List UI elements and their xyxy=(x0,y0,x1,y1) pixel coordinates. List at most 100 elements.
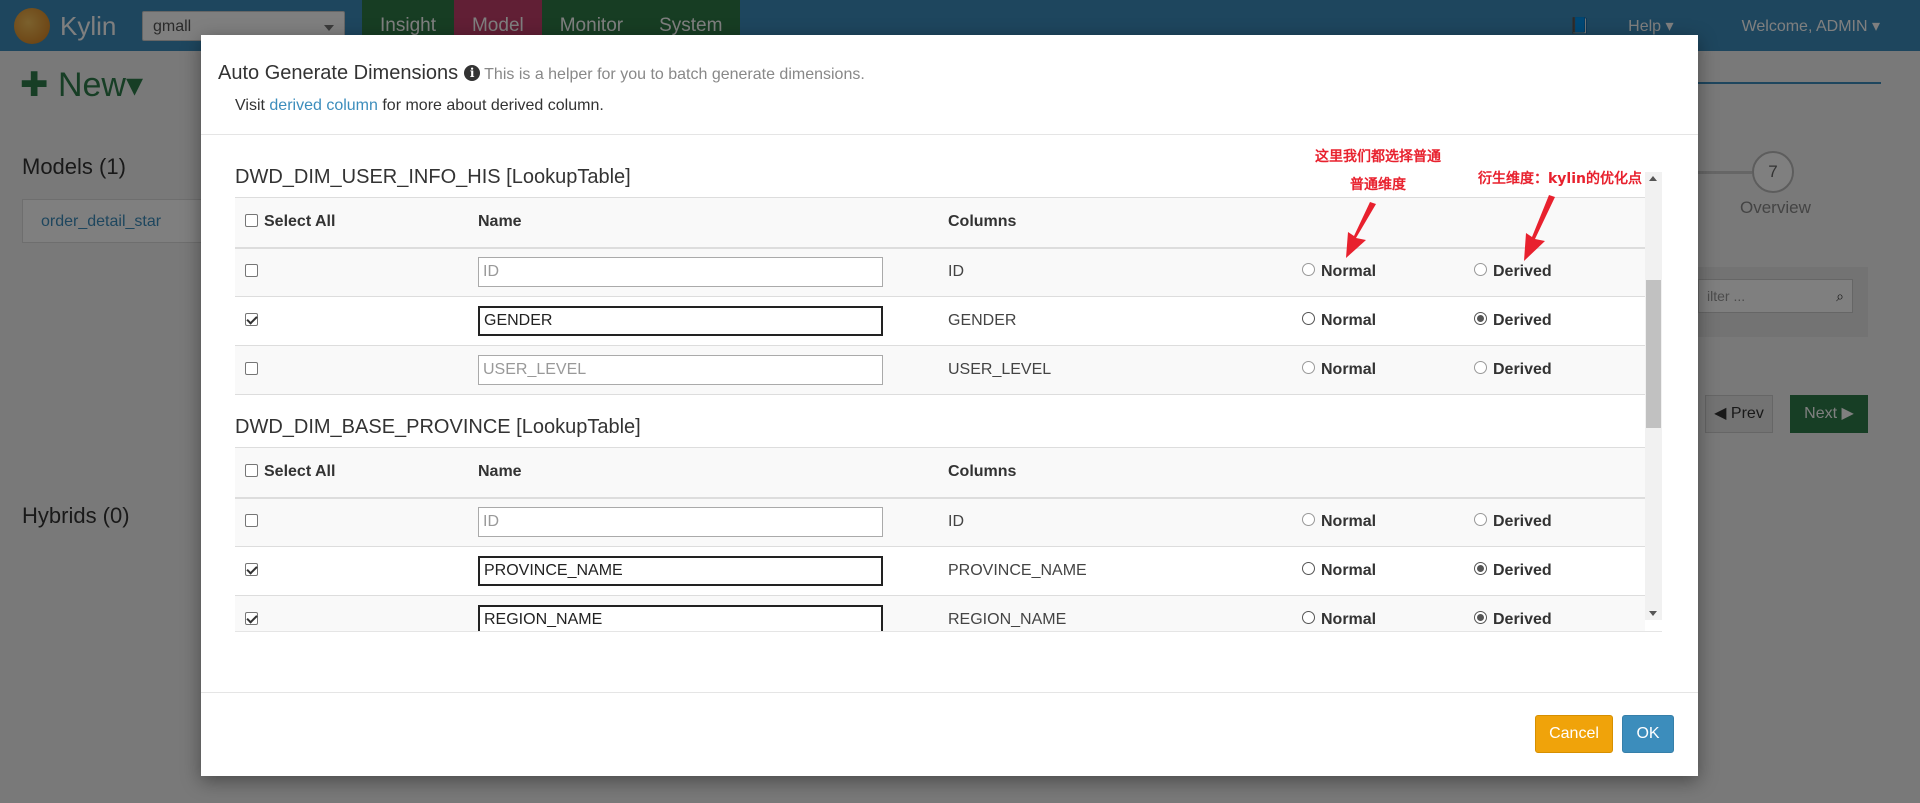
normal-option[interactable]: Normal xyxy=(1302,595,1474,631)
normal-option[interactable]: Normal xyxy=(1302,345,1474,395)
modal-subtitle: This is a helper for you to batch genera… xyxy=(484,66,865,83)
table-title: DWD_DIM_USER_INFO_HIS [LookupTable] xyxy=(235,166,631,188)
derived-column-link[interactable]: derived column xyxy=(269,97,378,114)
dimension-name-input[interactable]: USER_LEVEL xyxy=(478,355,883,385)
columns-header: Columns xyxy=(948,197,1302,249)
name-header: Name xyxy=(478,447,948,499)
normal-label: Normal xyxy=(1321,513,1377,531)
derived-radio[interactable] xyxy=(1474,312,1487,325)
dimension-name-input[interactable]: ID xyxy=(478,507,883,538)
derived-radio[interactable] xyxy=(1474,562,1487,575)
normal-radio[interactable] xyxy=(1302,263,1315,277)
normal-option[interactable]: Normal xyxy=(1302,497,1474,547)
normal-radio[interactable] xyxy=(1302,562,1315,575)
select-all-checkbox[interactable] xyxy=(245,214,258,228)
select-all-header: Select All xyxy=(235,197,478,249)
normal-label: Normal xyxy=(1321,611,1377,628)
derived-radio[interactable] xyxy=(1474,611,1487,624)
column-value: USER_LEVEL xyxy=(948,345,1302,395)
dimension-table: Select All Name Columns ID ID Normal Der… xyxy=(235,447,1645,631)
normal-radio[interactable] xyxy=(1302,361,1315,374)
annotation-derived: 衍生维度：kylin的优化点 xyxy=(1477,171,1642,187)
derived-radio[interactable] xyxy=(1474,361,1487,374)
normal-radio[interactable] xyxy=(1302,312,1315,325)
dimension-name-input[interactable]: GENDER xyxy=(478,306,883,336)
normal-radio[interactable] xyxy=(1302,513,1315,527)
info-icon: i xyxy=(464,65,481,81)
normal-option[interactable]: Normal xyxy=(1302,546,1474,596)
derived-label: Derived xyxy=(1493,263,1552,281)
table-header-row: Select All Name Columns xyxy=(235,447,1645,499)
derived-label: Derived xyxy=(1493,562,1552,579)
column-value: GENDER xyxy=(948,296,1302,346)
dimension-table: Select All Name Columns ID ID Normal Der… xyxy=(235,197,1645,395)
modal-footer: Cancel OK xyxy=(201,692,1698,776)
ok-button[interactable]: OK xyxy=(1622,715,1674,753)
visit-suffix: for more about derived column. xyxy=(382,97,604,114)
auto-generate-dimensions-modal: Auto Generate Dimensions i This is a helpe… xyxy=(201,35,1698,776)
derived-label: Derived xyxy=(1493,312,1552,329)
select-all-label: Select All xyxy=(264,213,336,231)
derived-option[interactable]: Derived xyxy=(1474,296,1645,346)
derived-radio[interactable] xyxy=(1474,263,1487,277)
derived-label: Derived xyxy=(1493,513,1552,531)
visit-prefix: Visit xyxy=(235,97,265,114)
derived-label: Derived xyxy=(1493,611,1552,628)
modal-header: Auto Generate Dimensions i This is a helpe… xyxy=(201,35,1698,135)
dimension-name-input[interactable]: REGION_NAME xyxy=(478,605,883,631)
table-row: USER_LEVEL USER_LEVEL Normal Derived xyxy=(235,345,1645,395)
select-all-header: Select All xyxy=(235,447,478,499)
scroll-down-icon[interactable] xyxy=(1649,611,1657,616)
annotation-arrow-derived xyxy=(1524,195,1555,261)
derived-radio[interactable] xyxy=(1474,513,1487,527)
row-checkbox[interactable] xyxy=(245,563,258,576)
column-value: REGION_NAME xyxy=(948,595,1302,631)
table-title: DWD_DIM_BASE_PROVINCE [LookupTable] xyxy=(235,416,641,438)
select-all-label: Select All xyxy=(264,463,336,481)
modal-visit-line: Visit derived column for more about deri… xyxy=(235,97,604,115)
column-value: PROVINCE_NAME xyxy=(948,546,1302,596)
column-value: ID xyxy=(948,247,1302,297)
normal-label: Normal xyxy=(1321,312,1377,329)
modal-scrollbar[interactable] xyxy=(1645,172,1662,620)
scrollbar-thumb[interactable] xyxy=(1646,280,1661,428)
normal-option[interactable]: Normal xyxy=(1302,247,1474,297)
row-checkbox[interactable] xyxy=(245,362,258,375)
row-checkbox[interactable] xyxy=(245,612,258,625)
table-row: PROVINCE_NAME PROVINCE_NAME Normal Deriv… xyxy=(235,546,1645,596)
derived-header xyxy=(1474,447,1645,499)
annotation-normal-line2: 普通维度 xyxy=(1350,177,1406,193)
normal-label: Normal xyxy=(1321,361,1377,378)
modal-title: Auto Generate Dimensions i This is a helpe… xyxy=(218,62,865,85)
modal-title-text: Auto Generate Dimensions xyxy=(218,62,459,84)
normal-option[interactable]: Normal xyxy=(1302,296,1474,346)
normal-label: Normal xyxy=(1321,263,1377,281)
dimension-name-input[interactable]: ID xyxy=(478,257,883,288)
row-checkbox[interactable] xyxy=(245,313,258,326)
table-row: ID ID Normal Derived xyxy=(235,497,1645,547)
column-value: ID xyxy=(948,497,1302,547)
normal-label: Normal xyxy=(1321,562,1377,579)
annotation-normal: 这里我们都选择普通 普通维度 xyxy=(1298,143,1458,199)
row-checkbox[interactable] xyxy=(245,264,258,278)
name-header: Name xyxy=(478,197,948,249)
annotation-normal-line1: 这里我们都选择普通 xyxy=(1315,149,1441,165)
table-header-row: Select All Name Columns xyxy=(235,197,1645,249)
dimensions-scroll-area[interactable]: DWD_DIM_USER_INFO_HIS [LookupTable] Sele… xyxy=(235,165,1662,632)
columns-header: Columns xyxy=(948,447,1302,499)
table-row: GENDER GENDER Normal Derived xyxy=(235,296,1645,346)
select-all-checkbox[interactable] xyxy=(245,464,258,478)
table-row: REGION_NAME REGION_NAME Normal Derived xyxy=(235,595,1645,631)
derived-option[interactable]: Derived xyxy=(1474,595,1645,631)
normal-radio[interactable] xyxy=(1302,611,1315,624)
derived-option[interactable]: Derived xyxy=(1474,546,1645,596)
derived-label: Derived xyxy=(1493,361,1552,378)
dimension-name-input[interactable]: PROVINCE_NAME xyxy=(478,556,883,586)
row-checkbox[interactable] xyxy=(245,514,258,528)
derived-option[interactable]: Derived xyxy=(1474,497,1645,547)
derived-option[interactable]: Derived xyxy=(1474,345,1645,395)
annotation-arrow-normal xyxy=(1346,202,1376,258)
cancel-button[interactable]: Cancel xyxy=(1535,715,1613,753)
normal-header xyxy=(1302,197,1474,249)
normal-header xyxy=(1302,447,1474,499)
